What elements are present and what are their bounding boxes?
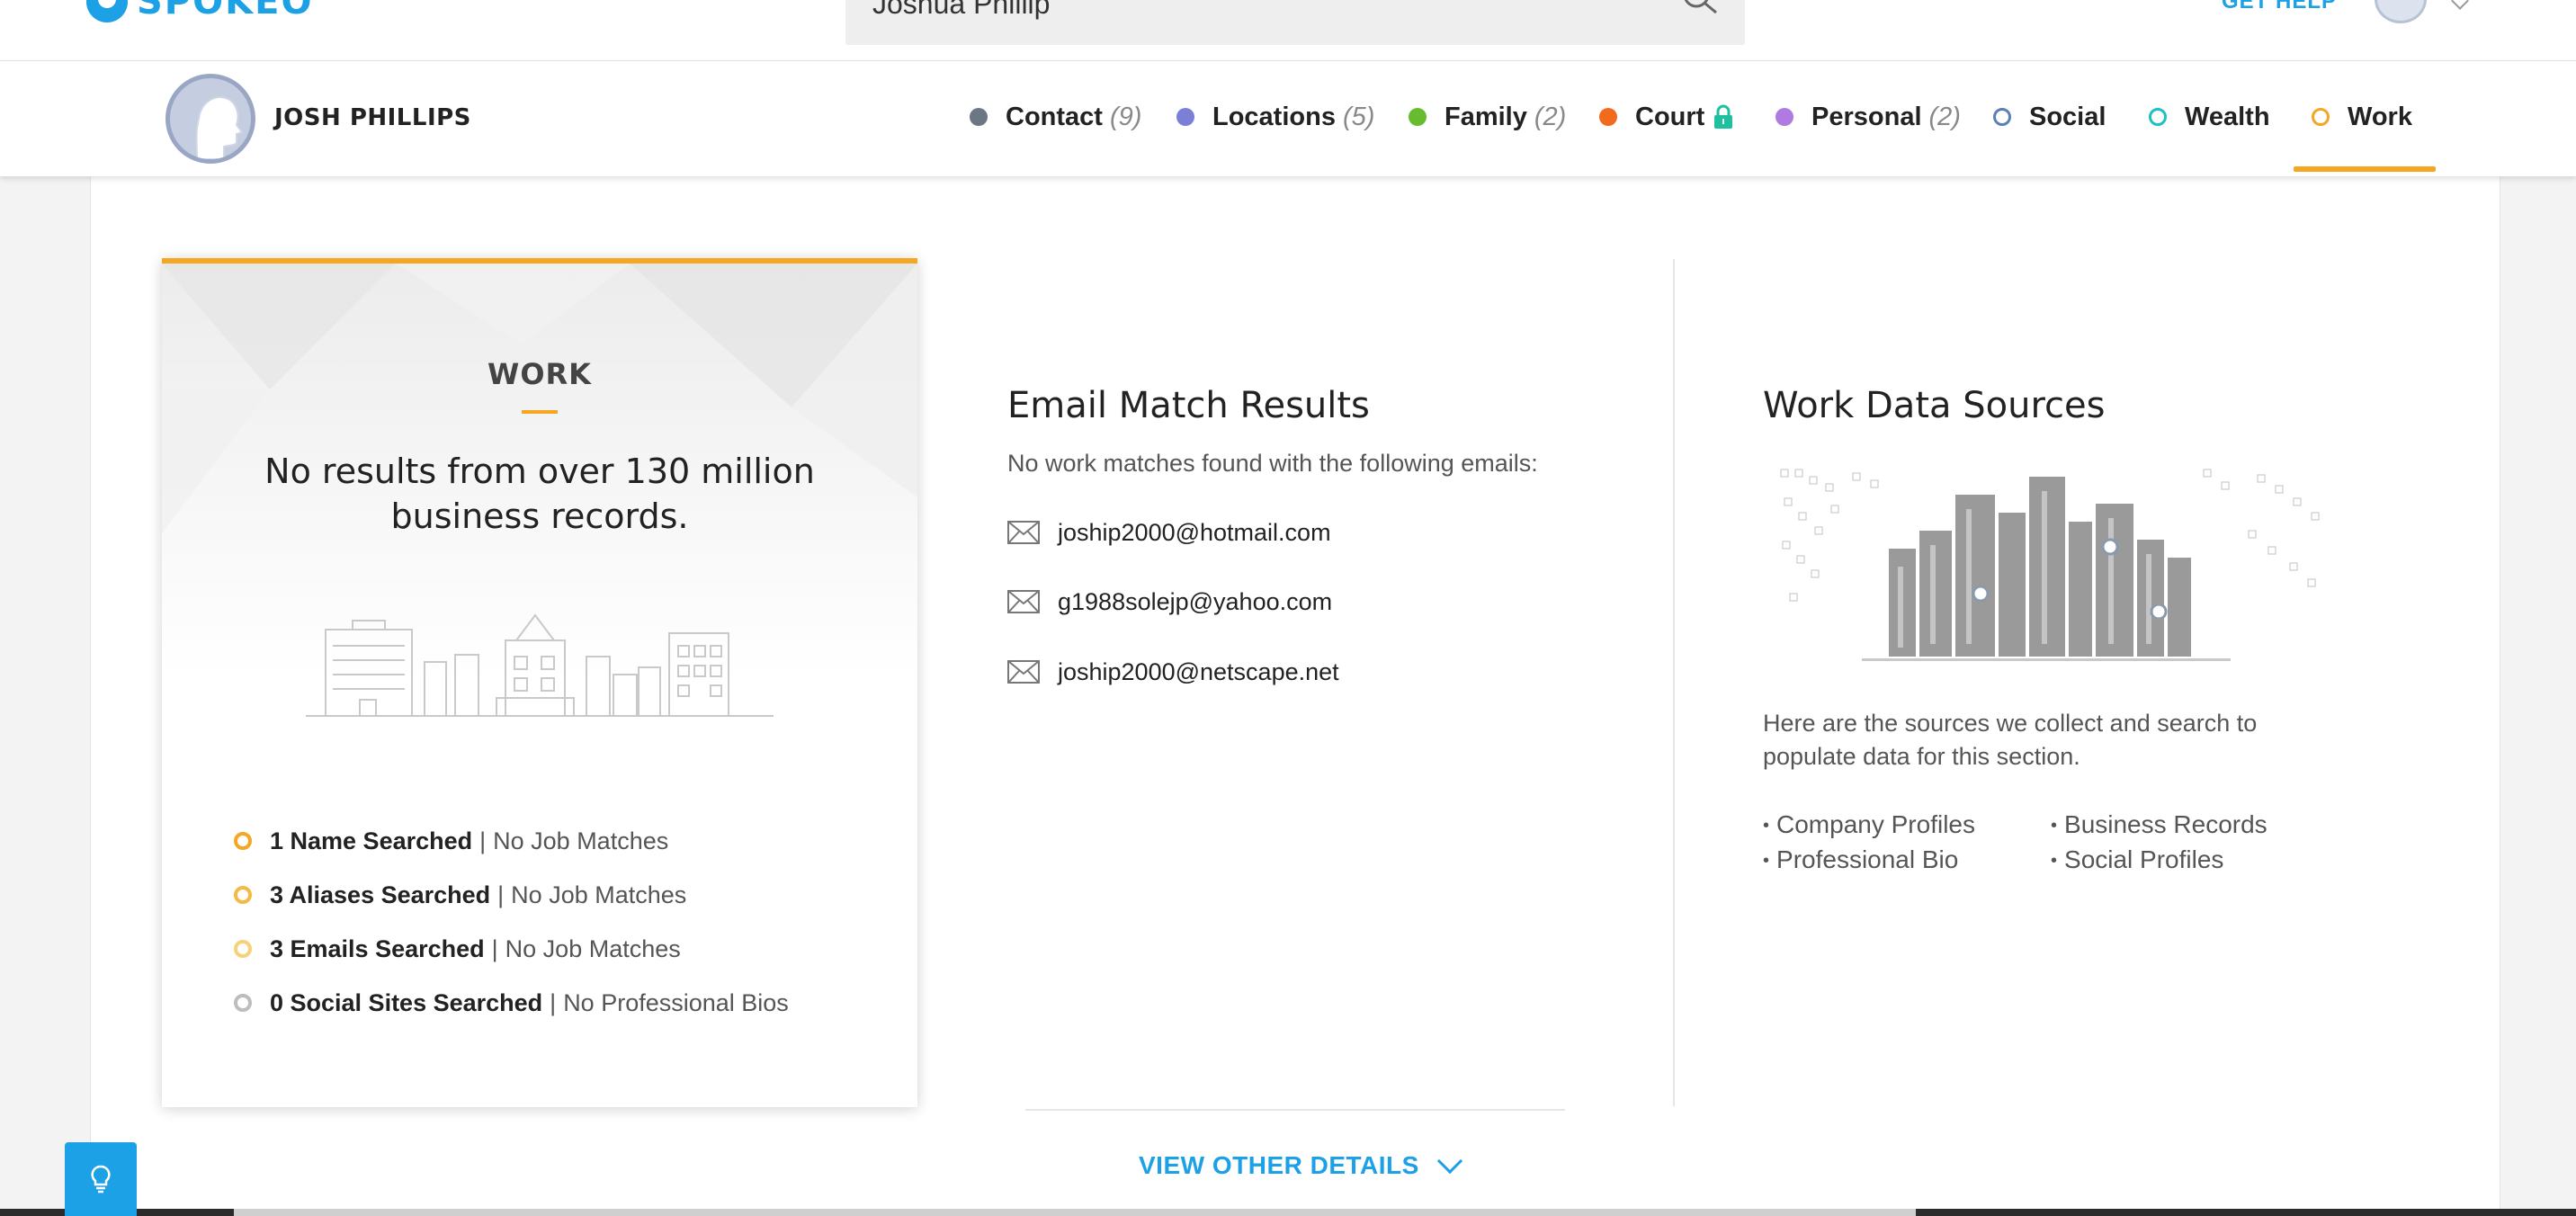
- tab-label: Work: [2348, 102, 2412, 131]
- envelope-icon: [1007, 660, 1040, 684]
- lock-icon: [1714, 104, 1733, 129]
- search-icon[interactable]: [1680, 0, 1720, 22]
- stat-strong: 1 Name Searched: [270, 827, 473, 854]
- tab-dot-icon: [2312, 108, 2330, 126]
- stat-row: 3 Emails Searched | No Job Matches: [234, 922, 789, 976]
- email-address: g1988solejp@yahoo.com: [1058, 587, 1333, 615]
- chevron-down-icon: [1436, 1148, 1462, 1175]
- email-item: joship2000@netscape.net: [1007, 654, 1339, 690]
- tab-label: Locations: [1212, 102, 1336, 131]
- email-match-subtitle: No work matches found with the following…: [1007, 450, 1538, 477]
- tab-wealth[interactable]: Wealth: [2149, 99, 2270, 135]
- tab-dot-icon: [1176, 108, 1194, 126]
- logo-icon: [86, 0, 128, 22]
- sources-title: Work Data Sources: [1763, 385, 2106, 426]
- tab-family[interactable]: Family (2): [1409, 99, 1566, 135]
- tab-dot-icon: [1599, 108, 1617, 126]
- stat-result: No Job Matches: [505, 934, 681, 962]
- profile-name: JOSH PHILLIPS: [274, 104, 471, 131]
- search-input-value[interactable]: Joshua Phillip: [872, 0, 1050, 21]
- ring-bullet-icon: [234, 940, 252, 958]
- card-title: WORK: [487, 357, 592, 391]
- get-help-link[interactable]: GET HELP: [2222, 0, 2337, 14]
- source-item: Business Records: [2051, 808, 2267, 843]
- title-accent-bar: [522, 410, 558, 414]
- stat-strong: 3 Emails Searched: [270, 934, 485, 962]
- city-skyline-icon: [306, 613, 774, 717]
- tab-locations[interactable]: Locations (5): [1176, 99, 1374, 135]
- email-address: joship2000@hotmail.com: [1058, 518, 1331, 546]
- tab-count: (2): [1534, 102, 1567, 131]
- stat-result: No Professional Bios: [563, 988, 789, 1016]
- view-other-details-button[interactable]: VIEW OTHER DETAILS: [1139, 1148, 1462, 1180]
- stat-result: No Job Matches: [511, 881, 687, 908]
- column-divider: [1673, 259, 1675, 1106]
- section-divider: [1025, 1109, 1565, 1111]
- tab-label: Social: [2029, 102, 2106, 131]
- envelope-icon: [1007, 521, 1040, 544]
- email-item: joship2000@hotmail.com: [1007, 514, 1331, 550]
- tab-contact[interactable]: Contact (9): [970, 99, 1141, 135]
- spokeo-logo[interactable]: SPOKEO: [86, 0, 313, 23]
- tab-label: Contact: [1006, 102, 1103, 131]
- tab-count: (2): [1928, 102, 1961, 131]
- tab-dot-icon: [1775, 108, 1793, 126]
- city-data-graphic-icon: [1780, 469, 2320, 661]
- sources-list-col1: Company Profiles Professional Bio: [1763, 808, 1975, 878]
- window-bottom-edge: [0, 1209, 2576, 1216]
- section-nav: JOSH PHILLIPS Contact (9) Locations (5) …: [0, 61, 2576, 176]
- ring-bullet-icon: [234, 886, 252, 904]
- search-stats-list: 1 Name Searched | No Job Matches 3 Alias…: [234, 814, 789, 1030]
- tab-label: Personal: [1811, 102, 1922, 131]
- email-match-title: Email Match Results: [1007, 385, 1370, 426]
- top-header: SPOKEO Joshua Phillip GET HELP: [0, 0, 2576, 61]
- stat-separator: |: [550, 988, 557, 1016]
- ring-bullet-icon: [234, 994, 252, 1012]
- envelope-icon: [1007, 590, 1040, 613]
- stat-separator: |: [497, 881, 505, 908]
- logo-text: SPOKEO: [137, 0, 314, 22]
- source-item: Social Profiles: [2051, 843, 2267, 878]
- profile-avatar: [165, 74, 255, 164]
- tab-dot-icon: [970, 108, 988, 126]
- stat-strong: 3 Aliases Searched: [270, 881, 491, 908]
- stat-strong: 0 Social Sites Searched: [270, 988, 543, 1016]
- card-lead-text: No results from over 130 million busines…: [264, 452, 815, 536]
- tab-social[interactable]: Social: [1993, 99, 2106, 135]
- tab-work[interactable]: Work: [2312, 99, 2412, 135]
- tab-dot-icon: [1993, 108, 2011, 126]
- tab-personal[interactable]: Personal (2): [1775, 99, 1961, 135]
- stat-row: 3 Aliases Searched | No Job Matches: [234, 868, 789, 922]
- tab-label: Wealth: [2185, 102, 2270, 131]
- search-input[interactable]: Joshua Phillip: [845, 0, 1745, 45]
- tab-count: (5): [1342, 102, 1375, 131]
- ring-bullet-icon: [234, 832, 252, 850]
- tab-label: Court: [1635, 102, 1705, 131]
- email-address: joship2000@netscape.net: [1058, 657, 1339, 685]
- stat-row: 1 Name Searched | No Job Matches: [234, 814, 789, 868]
- user-avatar[interactable]: [2375, 0, 2427, 23]
- tab-court[interactable]: Court: [1599, 99, 1733, 135]
- source-item: Company Profiles: [1763, 808, 1975, 843]
- stat-separator: |: [479, 827, 487, 854]
- stat-separator: |: [491, 934, 498, 962]
- chevron-down-icon[interactable]: [2451, 0, 2469, 10]
- stat-row: 0 Social Sites Searched | No Professiona…: [234, 976, 789, 1030]
- tab-count: (9): [1109, 102, 1142, 131]
- stat-result: No Job Matches: [493, 827, 669, 854]
- work-summary-card: WORK No results from over 130 million bu…: [162, 258, 917, 1107]
- sources-list-col2: Business Records Social Profiles: [2051, 808, 2267, 878]
- feedback-button[interactable]: [65, 1142, 137, 1216]
- tab-dot-icon: [1409, 108, 1427, 126]
- tab-label: Family: [1445, 102, 1527, 131]
- sources-description: Here are the sources we collect and sear…: [1763, 710, 2258, 770]
- email-item: g1988solejp@yahoo.com: [1007, 584, 1332, 620]
- active-tab-indicator: [2294, 166, 2436, 172]
- source-item: Professional Bio: [1763, 843, 1975, 878]
- lightbulb-icon: [91, 1165, 111, 1194]
- person-silhouette-icon: [195, 96, 244, 159]
- tab-dot-icon: [2149, 108, 2167, 126]
- view-other-details-label: VIEW OTHER DETAILS: [1139, 1151, 1419, 1179]
